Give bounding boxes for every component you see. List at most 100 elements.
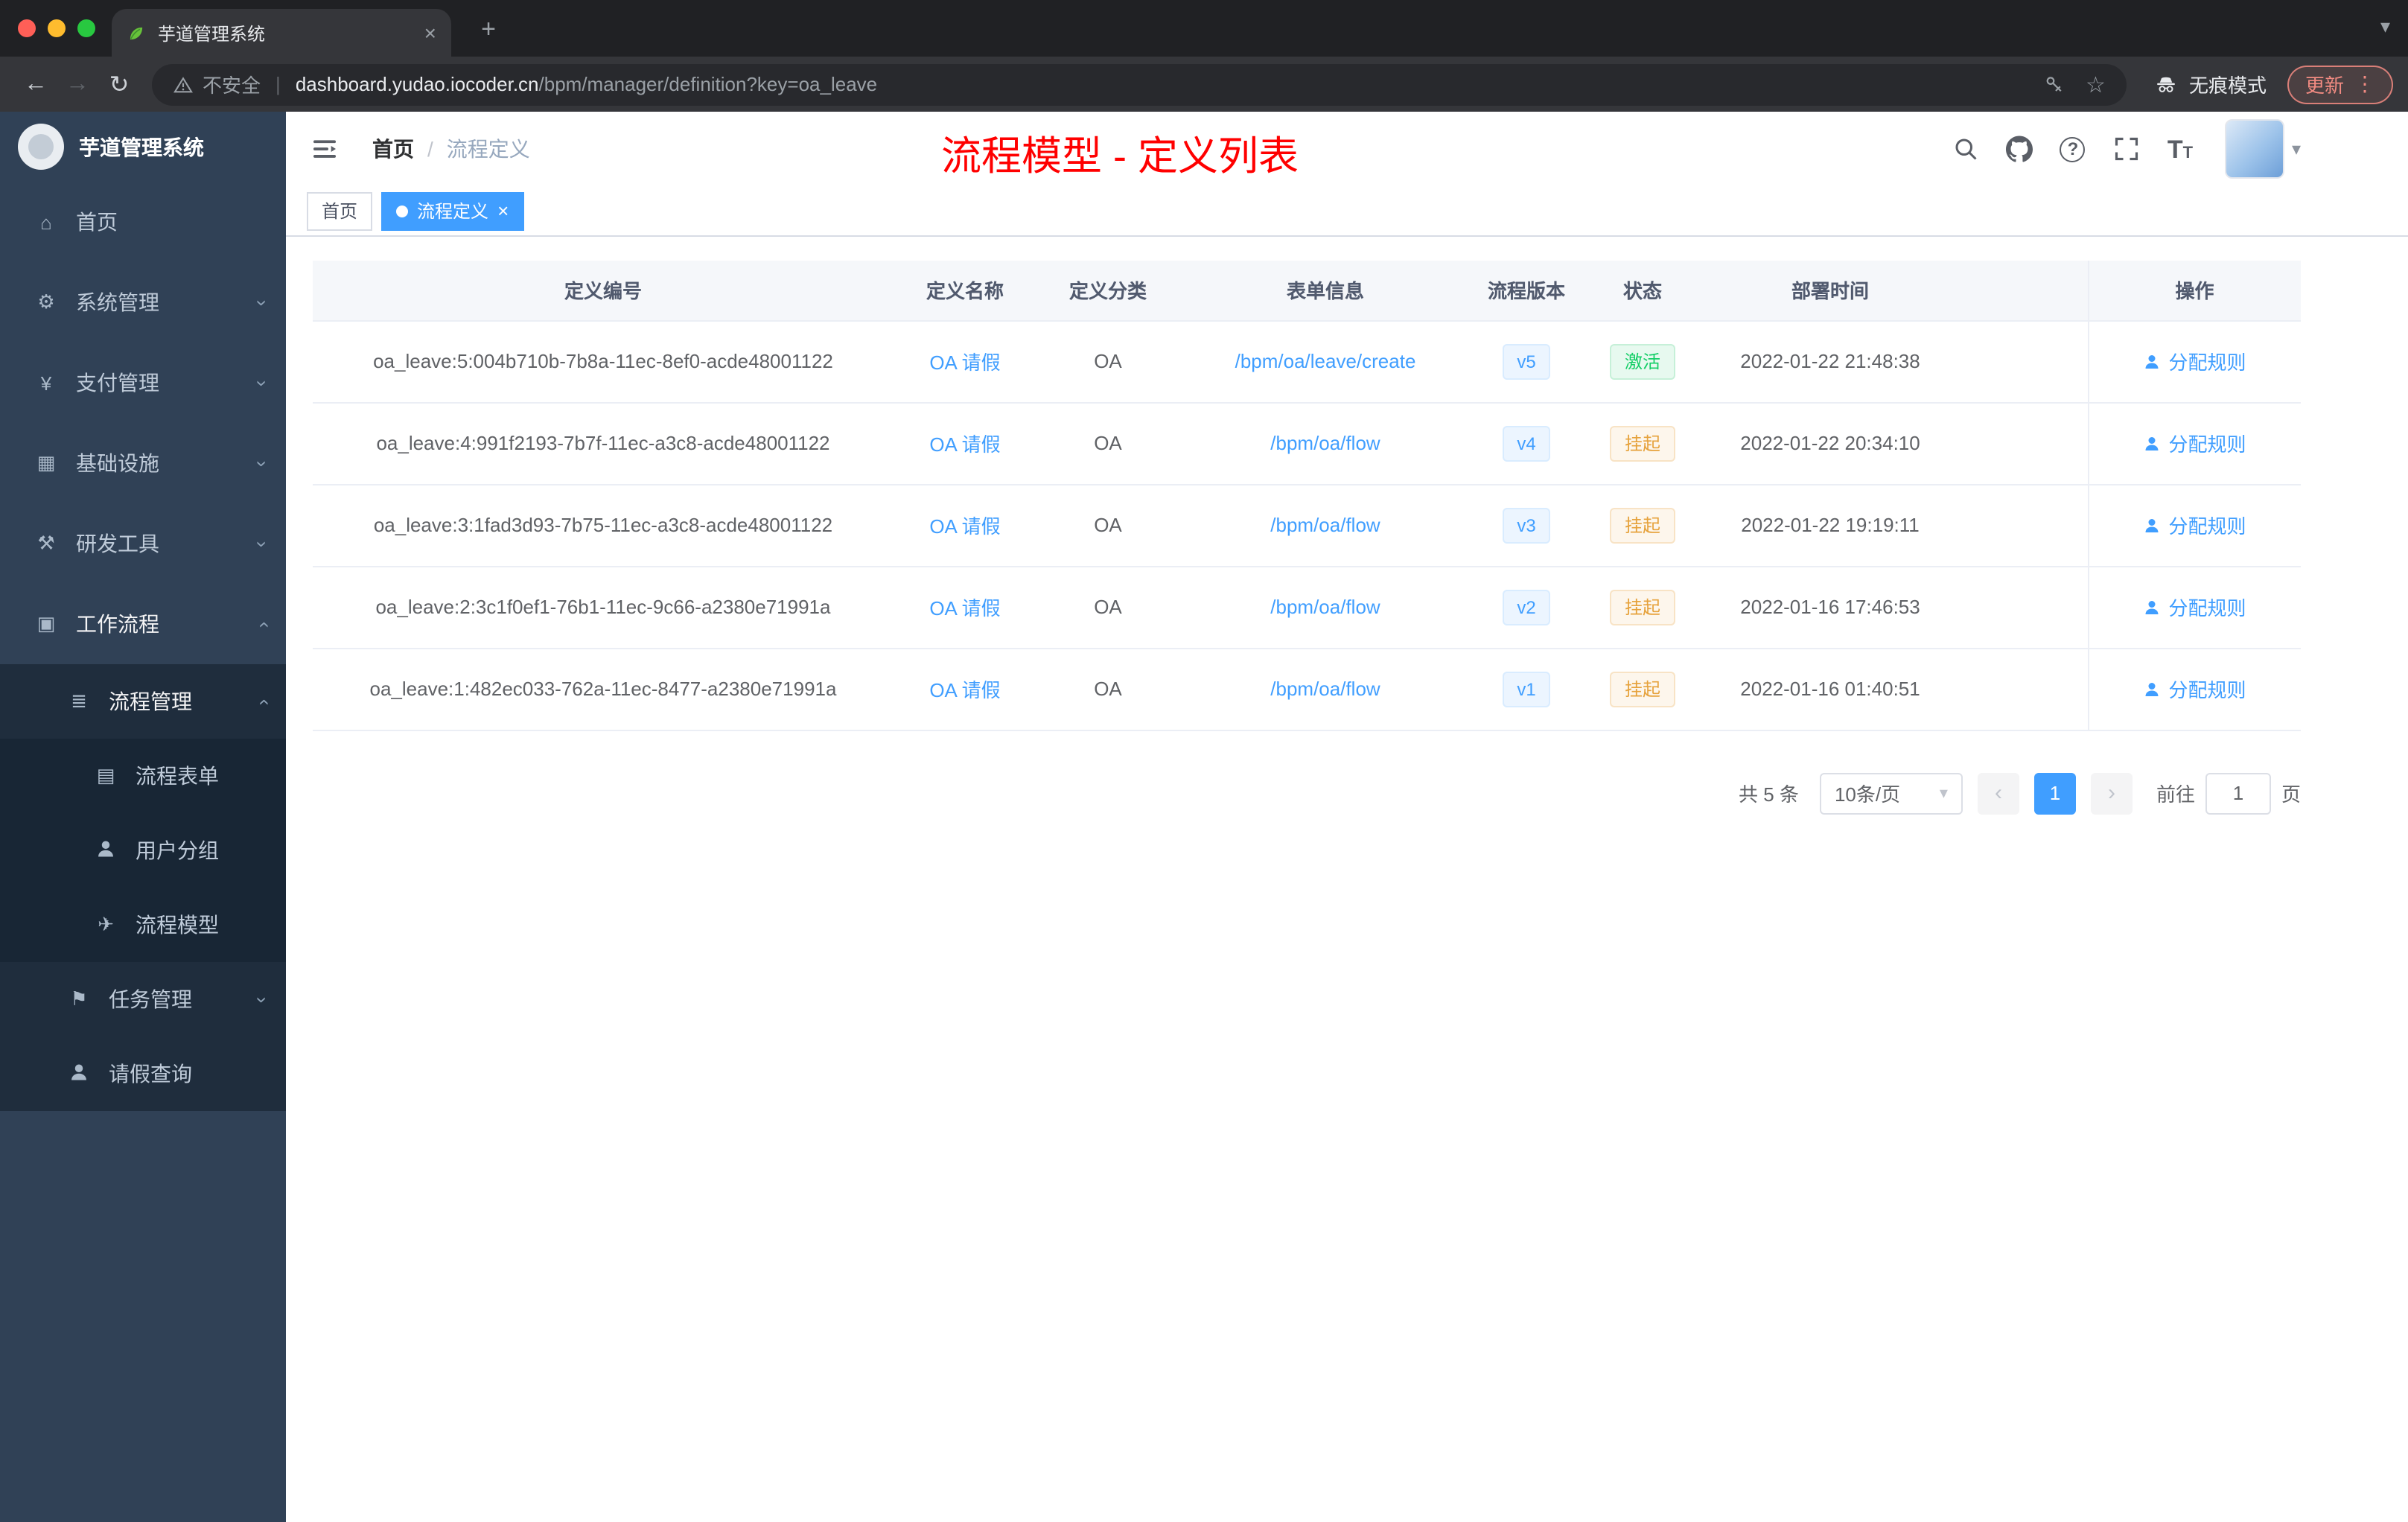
assign-rule-link[interactable]: 分配规则 (2143, 347, 2246, 375)
gear-icon: ⚙ (37, 290, 55, 313)
breadcrumb-home[interactable]: 首页 (372, 134, 414, 164)
version-tag: v5 (1502, 343, 1551, 379)
tag-home[interactable]: 首页 (307, 191, 373, 230)
assign-rule-label: 分配规则 (2168, 597, 2246, 620)
tag-bar: 首页 流程定义 × (286, 186, 2408, 237)
definition-name-link[interactable]: OA 请假 (929, 433, 1000, 456)
update-label: 更新 (2305, 74, 2344, 97)
app-header: 首页 / 流程定义 流程模型 - 定义列表 ? TT ▾ (286, 112, 2408, 186)
tab-overflow-caret-icon[interactable]: ▾ (2380, 15, 2390, 39)
assign-rule-link[interactable]: 分配规则 (2143, 429, 2246, 457)
col-deploy-time: 部署时间 (1704, 261, 1957, 321)
col-action: 操作 (2087, 261, 2301, 321)
assign-rule-link[interactable]: 分配规则 (2143, 675, 2246, 703)
form-link[interactable]: /bpm/oa/flow (1270, 678, 1380, 700)
forward-icon[interactable]: → (57, 63, 98, 105)
fullscreen-icon[interactable] (2112, 134, 2141, 164)
pagination-total: 共 5 条 (1739, 783, 1799, 806)
cell-category: OA (1036, 320, 1179, 403)
address-bar[interactable]: 不安全 | dashboard.yudao.iocoder.cn/bpm/man… (152, 63, 2127, 105)
form-link[interactable]: /bpm/oa/leave/create (1235, 350, 1416, 372)
sidebar-item-label: 任务管理 (109, 987, 192, 1011)
sidebar-item-payment[interactable]: ¥ 支付管理 › (0, 343, 286, 423)
incognito-label: 无痕模式 (2188, 74, 2267, 97)
sidebar-toggle-icon[interactable] (310, 133, 343, 165)
app-root: 芋道管理系统 ⌂ 首页 ⚙ 系统管理 › ¥ 支付管理 › ▦ 基础设施 › ⚒… (0, 112, 2408, 1522)
definition-name-link[interactable]: OA 请假 (929, 597, 1000, 620)
assign-rule-label: 分配规则 (2168, 515, 2246, 538)
assign-rule-label: 分配规则 (2168, 351, 2246, 374)
tag-process-definition[interactable]: 流程定义 × (381, 191, 524, 230)
form-link[interactable]: /bpm/oa/flow (1270, 514, 1380, 536)
form-link[interactable]: /bpm/oa/flow (1270, 432, 1380, 454)
page-number-button[interactable]: 1 (2033, 772, 2076, 814)
maximize-window-button[interactable] (77, 19, 95, 37)
cell-definition-id: oa_leave:1:482ec033-762a-11ec-8477-a2380… (313, 648, 894, 730)
search-icon[interactable] (1951, 134, 1981, 164)
minimize-window-button[interactable] (48, 19, 66, 37)
window-controls (0, 19, 95, 37)
caret-down-icon: ▾ (1939, 785, 1948, 803)
assign-rule-label: 分配规则 (2168, 433, 2246, 456)
chevron-down-icon: › (250, 299, 273, 306)
browser-toolbar: ← → ↻ 不安全 | dashboard.yudao.iocoder.cn/b… (0, 57, 2408, 112)
status-badge: 挂起 (1609, 507, 1675, 543)
browser-tab[interactable]: 芋道管理系统 × (112, 9, 451, 57)
back-icon[interactable]: ← (15, 63, 57, 105)
definition-name-link[interactable]: OA 请假 (929, 679, 1000, 701)
col-definition-name: 定义名称 (894, 261, 1036, 321)
font-size-icon[interactable]: TT (2165, 134, 2195, 164)
main-area: 首页 / 流程定义 流程模型 - 定义列表 ? TT ▾ 首页 流程定义 × 定… (286, 112, 2408, 1522)
sidebar-item-process-mgmt[interactable]: ≣ 流程管理 › (0, 664, 286, 739)
sidebar-item-home[interactable]: ⌂ 首页 (0, 182, 286, 262)
security-label[interactable]: 不安全 (203, 70, 261, 98)
sidebar-item-system[interactable]: ⚙ 系统管理 › (0, 262, 286, 343)
new-tab-button[interactable]: + (471, 12, 506, 48)
tab-title: 芋道管理系统 (158, 23, 266, 44)
tab-close-icon[interactable]: × (424, 22, 436, 43)
avatar[interactable] (2224, 119, 2284, 179)
sidebar-item-label: 研发工具 (76, 532, 159, 555)
assign-rule-label: 分配规则 (2168, 679, 2246, 701)
user-icon (66, 1061, 92, 1086)
sidebar-item-workflow[interactable]: ▣ 工作流程 › (0, 584, 286, 664)
prev-page-button[interactable]: ‹ (1977, 772, 2019, 814)
user-menu[interactable]: ▾ (2224, 119, 2301, 179)
github-icon[interactable] (2004, 134, 2034, 164)
bookmark-star-icon[interactable]: ☆ (2086, 71, 2106, 98)
task-flag-icon: ⚑ (70, 987, 88, 1010)
update-button[interactable]: 更新 ⋮ (2287, 65, 2393, 104)
sidebar-item-devtools[interactable]: ⚒ 研发工具 › (0, 503, 286, 584)
sidebar-item-process-model[interactable]: ✈ 流程模型 (0, 888, 286, 962)
incognito-badge: 无痕模式 (2138, 70, 2281, 98)
form-link[interactable]: /bpm/oa/flow (1270, 596, 1380, 618)
reload-icon[interactable]: ↻ (98, 63, 140, 105)
assign-rule-link[interactable]: 分配规则 (2143, 511, 2246, 539)
browser-menu-icon[interactable]: ⋮ (2354, 71, 2375, 97)
sidebar-item-process-form[interactable]: ▤ 流程表单 (0, 739, 286, 813)
sidebar: 芋道管理系统 ⌂ 首页 ⚙ 系统管理 › ¥ 支付管理 › ▦ 基础设施 › ⚒… (0, 112, 286, 1522)
sidebar-item-label: 用户分组 (136, 838, 219, 862)
page-size-select[interactable]: 10条/页 ▾ (1819, 772, 1963, 814)
key-icon[interactable] (2042, 73, 2065, 95)
tag-close-icon[interactable]: × (497, 201, 509, 220)
close-window-button[interactable] (18, 19, 36, 37)
cell-filler (1957, 484, 2088, 567)
sidebar-item-user-group[interactable]: 用户分组 (0, 813, 286, 888)
assign-rule-link[interactable]: 分配规则 (2143, 593, 2246, 621)
sidebar-item-infra[interactable]: ▦ 基础设施 › (0, 423, 286, 503)
help-icon[interactable]: ? (2058, 134, 2088, 164)
definition-name-link[interactable]: OA 请假 (929, 515, 1000, 538)
sidebar-item-task-mgmt[interactable]: ⚑ 任务管理 › (0, 962, 286, 1037)
yen-icon: ¥ (40, 372, 52, 394)
cell-deploy-time: 2022-01-22 20:34:10 (1704, 402, 1957, 485)
definition-name-link[interactable]: OA 请假 (929, 351, 1000, 374)
breadcrumb-separator: / (427, 137, 433, 161)
goto-page-input[interactable] (2205, 772, 2271, 814)
table-row: oa_leave:1:482ec033-762a-11ec-8477-a2380… (313, 648, 2301, 730)
next-page-button[interactable]: › (2090, 772, 2133, 814)
sidebar-item-leave-query[interactable]: 请假查询 (0, 1037, 286, 1111)
col-definition-category: 定义分类 (1036, 261, 1179, 321)
page-content: 定义编号 定义名称 定义分类 表单信息 流程版本 状态 部署时间 操作 oa_l… (286, 237, 2408, 814)
tag-label: 流程定义 (417, 201, 489, 222)
